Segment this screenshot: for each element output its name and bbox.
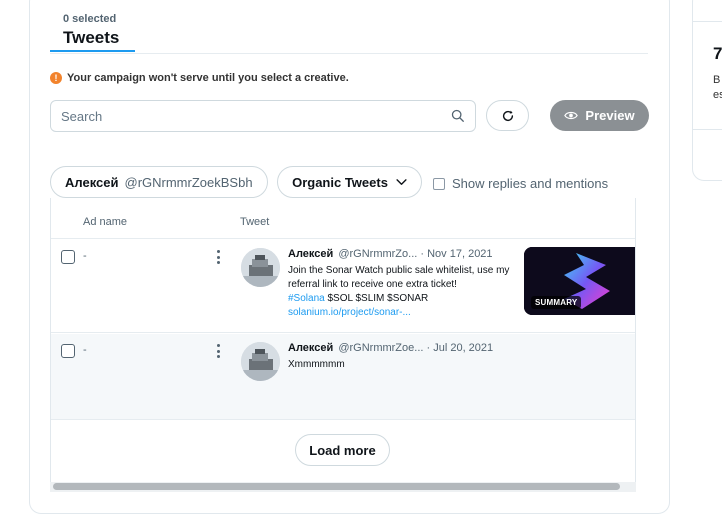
tweet-body: Xmmmmmm <box>288 359 345 370</box>
creative-warning: ! Your campaign won't serve until you se… <box>50 72 349 84</box>
side-summary-panel: 7 B es <box>692 0 722 181</box>
search-box <box>50 100 476 132</box>
media-summary-label: SUMMARY <box>531 296 582 309</box>
more-options-icon[interactable] <box>215 250 221 264</box>
refresh-icon <box>502 110 513 121</box>
warning-text: Your campaign won't serve until you sele… <box>67 72 349 84</box>
show-replies-toggle[interactable]: Show replies and mentions <box>433 176 608 191</box>
search-icon[interactable] <box>451 109 465 123</box>
show-replies-checkbox[interactable] <box>433 177 445 190</box>
tweet-date: · Nov 17, 2021 <box>420 248 493 260</box>
side-divider-bottom <box>693 129 722 130</box>
tweet-date: · Jul 20, 2021 <box>426 342 494 354</box>
tweet-header: Алексей @rGNrmmrZoe... · Jul 20, 2021 <box>288 342 493 354</box>
row-checkbox[interactable] <box>61 250 75 264</box>
tweet-hashtag[interactable]: #Solana <box>288 293 325 304</box>
side-panel-value: 7 <box>713 44 722 63</box>
ad-name-cell: - <box>83 344 87 356</box>
refresh-button[interactable] <box>486 100 529 131</box>
chevron-down-icon <box>396 178 407 185</box>
search-input[interactable] <box>61 108 451 124</box>
side-panel-text: B es <box>713 73 722 103</box>
tweet-text: Xmmmmmm <box>288 358 523 372</box>
tweet-header: Алексей @rGNrmmrZo... · Nov 17, 2021 <box>288 248 493 260</box>
more-options-icon[interactable] <box>215 344 221 358</box>
tweet-author: Алексей <box>288 342 334 354</box>
preview-label: Preview <box>585 108 635 123</box>
avatar <box>241 248 280 287</box>
tweet-media-thumbnail[interactable]: SUMMARY <box>524 247 635 315</box>
ad-name-cell: - <box>83 250 87 262</box>
tweet-text: Join the Sonar Watch public sale whiteli… <box>288 264 523 320</box>
tweet-handle: @rGNrmmrZoe... <box>338 342 424 354</box>
table-header: Ad name Tweet <box>51 198 635 239</box>
preview-button[interactable]: Preview <box>550 100 649 131</box>
tweet-link[interactable]: solanium.io/project/sonar-... <box>288 306 523 320</box>
avatar <box>241 342 280 381</box>
tab-divider <box>50 53 648 54</box>
tweet-handle: @rGNrmmrZo... <box>338 248 418 260</box>
tab-active-indicator <box>50 50 135 52</box>
column-header-ad-name: Ad name <box>83 216 128 228</box>
row-checkbox[interactable] <box>61 344 75 358</box>
column-header-tweet: Tweet <box>240 216 270 228</box>
account-filter-chip[interactable]: Алексей @rGNrmmrZoekBSbh <box>50 166 268 198</box>
load-more-button[interactable]: Load more <box>295 434 390 466</box>
selected-count: 0 selected <box>63 13 117 25</box>
tweet-body: Join the Sonar Watch public sale whiteli… <box>288 265 510 290</box>
tweet-type-dropdown[interactable]: Organic Tweets <box>277 166 422 198</box>
account-handle: @rGNrmmrZoekBSbh <box>124 174 253 190</box>
side-divider <box>693 21 722 22</box>
show-replies-label: Show replies and mentions <box>452 176 609 191</box>
horizontal-scrollbar-thumb[interactable] <box>53 483 620 490</box>
table-row[interactable]: - Алексей @rGNrmmrZo... · Nov 17, 2021 J… <box>51 240 635 333</box>
side-panel-text-line2: es <box>713 89 722 101</box>
tweet-type-label: Organic Tweets <box>292 174 388 190</box>
account-name: Алексей <box>65 174 119 190</box>
tweet-cashtags: $SOL $SLIM $SONAR <box>327 293 429 304</box>
exclamation-icon: ! <box>50 72 62 84</box>
table-row[interactable]: - Алексей @rGNrmmrZoe... · Jul 20, 2021 … <box>51 334 635 420</box>
tab-tweets[interactable]: Tweets <box>63 28 119 48</box>
side-panel-text-line1: B <box>713 74 721 86</box>
eye-icon <box>564 111 579 120</box>
tweet-author: Алексей <box>288 248 334 260</box>
